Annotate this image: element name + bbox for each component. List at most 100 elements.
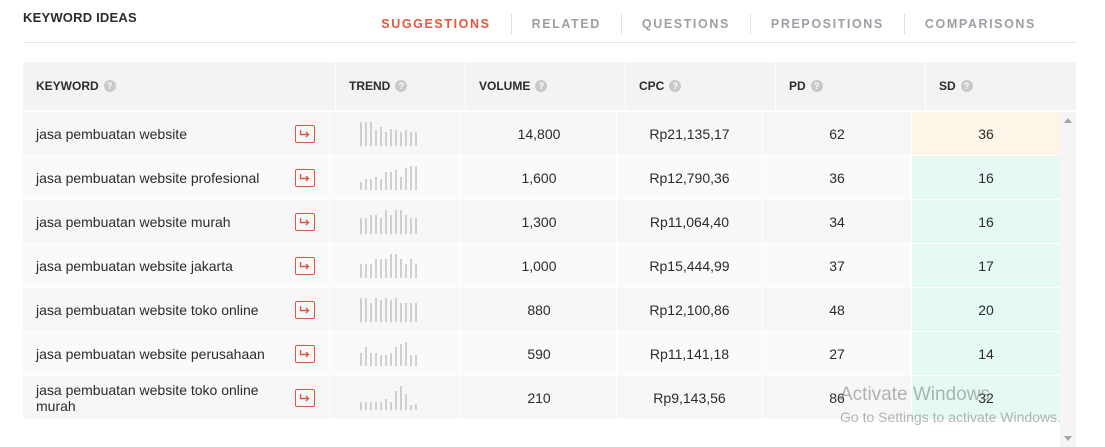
scroll-down-icon[interactable]	[1064, 436, 1072, 441]
keyword-cell: jasa pembuatan website jakarta	[23, 244, 330, 287]
trend-bar	[405, 393, 407, 410]
trend-bar	[410, 404, 412, 410]
help-icon[interactable]: ?	[669, 80, 682, 92]
keyword-text[interactable]: jasa pembuatan website profesional	[36, 170, 259, 186]
table-row[interactable]: jasa pembuatan website profesional 1,600…	[23, 156, 1060, 200]
trend-bar	[390, 352, 392, 366]
tab-suggestions[interactable]: SUGGESTIONS	[361, 14, 510, 34]
trend-cell	[330, 200, 460, 243]
trend-bar	[385, 171, 387, 190]
scroll-up-icon[interactable]	[1064, 118, 1072, 123]
cpc-cell: Rp11,141,18	[617, 332, 763, 375]
sd-cell: 16	[912, 200, 1060, 243]
help-icon[interactable]: ?	[535, 80, 548, 92]
trend-bar	[370, 352, 372, 366]
trend-sparkline	[360, 297, 417, 322]
keyword-cell: jasa pembuatan website	[23, 112, 330, 155]
trend-bar	[395, 169, 397, 190]
trend-cell	[330, 332, 460, 375]
column-header-trend[interactable]: TREND ?	[336, 62, 466, 110]
tab-comparisons[interactable]: COMPARISONS	[903, 14, 1076, 34]
table-row[interactable]: jasa pembuatan website toko online murah…	[23, 376, 1060, 420]
trend-bar	[360, 181, 362, 190]
column-header-cpc[interactable]: CPC ?	[626, 62, 776, 110]
table-header: KEYWORD ? TREND ? VOLUME ? CPC ? PD ? SD…	[23, 62, 1076, 110]
help-icon[interactable]: ?	[960, 80, 973, 92]
trend-sparkline	[360, 209, 417, 234]
pd-cell: 62	[763, 112, 912, 155]
trend-bar	[370, 214, 372, 234]
table-row[interactable]: jasa pembuatan website 14,800 Rp21,135,1…	[23, 112, 1060, 156]
trend-bar	[380, 126, 382, 146]
trend-bar	[390, 128, 392, 146]
trend-bar	[365, 178, 367, 190]
keyword-text[interactable]: jasa pembuatan website toko online murah	[36, 382, 276, 414]
trend-bar	[385, 354, 387, 366]
open-keyword-icon[interactable]	[295, 124, 315, 143]
trend-bar	[410, 354, 412, 366]
open-keyword-icon[interactable]	[295, 256, 315, 275]
trend-bar	[405, 263, 407, 278]
trend-bar	[380, 217, 382, 234]
trend-cell	[330, 376, 460, 419]
keyword-text[interactable]: jasa pembuatan website perusahaan	[36, 346, 265, 362]
trend-bar	[400, 176, 402, 190]
open-keyword-icon[interactable]	[295, 344, 315, 363]
help-icon[interactable]: ?	[103, 80, 116, 92]
vertical-scrollbar[interactable]	[1060, 112, 1076, 447]
tab-prepositions[interactable]: PREPOSITIONS	[749, 14, 904, 34]
tab-related[interactable]: RELATED	[510, 14, 621, 34]
trend-bar	[400, 131, 402, 146]
column-label: TREND	[349, 79, 391, 93]
keyword-text[interactable]: jasa pembuatan website murah	[36, 214, 231, 230]
column-header-pd[interactable]: PD ?	[776, 62, 926, 110]
table-row[interactable]: jasa pembuatan website toko online 880 R…	[23, 288, 1060, 332]
keyword-cell: jasa pembuatan website profesional	[23, 156, 330, 199]
trend-bar	[390, 214, 392, 234]
keyword-text[interactable]: jasa pembuatan website toko online	[36, 302, 259, 318]
volume-cell: 880	[460, 288, 617, 331]
table-row[interactable]: jasa pembuatan website jakarta 1,000 Rp1…	[23, 244, 1060, 288]
trend-bar	[395, 253, 397, 278]
trend-bar	[365, 297, 367, 322]
column-label: CPC	[639, 79, 665, 93]
cpc-cell: Rp15,444,99	[617, 244, 763, 287]
column-header-keyword[interactable]: KEYWORD ?	[23, 62, 336, 110]
help-icon[interactable]: ?	[395, 80, 408, 92]
keyword-text[interactable]: jasa pembuatan website	[36, 126, 187, 142]
trend-bar	[415, 131, 417, 146]
table-row[interactable]: jasa pembuatan website murah 1,300 Rp11,…	[23, 200, 1060, 244]
open-keyword-icon[interactable]	[295, 212, 315, 231]
trend-cell	[330, 288, 460, 331]
tab-questions[interactable]: QUESTIONS	[620, 14, 750, 34]
cpc-cell: Rp11,064,40	[617, 200, 763, 243]
cpc-cell: Rp12,100,86	[617, 288, 763, 331]
trend-bar	[415, 217, 417, 234]
trend-bar	[375, 401, 377, 410]
trend-bar	[370, 263, 372, 278]
table-row[interactable]: jasa pembuatan website perusahaan 590 Rp…	[23, 332, 1060, 376]
column-label: VOLUME	[479, 79, 531, 93]
trend-bar	[360, 401, 362, 410]
trend-cell	[330, 112, 460, 155]
trend-bar	[375, 258, 377, 278]
pd-cell: 34	[763, 200, 912, 243]
trend-bar	[370, 121, 372, 146]
keyword-cell: jasa pembuatan website perusahaan	[23, 332, 330, 375]
help-icon[interactable]: ?	[810, 80, 823, 92]
trend-bar	[410, 258, 412, 278]
column-label: SD	[939, 79, 956, 93]
column-header-volume[interactable]: VOLUME ?	[466, 62, 626, 110]
keyword-cell: jasa pembuatan website murah	[23, 200, 330, 243]
trend-bar	[405, 341, 407, 366]
trend-bar	[395, 129, 397, 146]
trend-bar	[380, 354, 382, 366]
trend-bar	[360, 263, 362, 278]
volume-cell: 1,600	[460, 156, 617, 199]
open-keyword-icon[interactable]	[295, 168, 315, 187]
open-keyword-icon[interactable]	[295, 388, 315, 407]
open-keyword-icon[interactable]	[295, 300, 315, 319]
column-header-sd[interactable]: SD ?	[926, 62, 1076, 110]
trend-bar	[360, 217, 362, 234]
keyword-text[interactable]: jasa pembuatan website jakarta	[36, 258, 233, 274]
